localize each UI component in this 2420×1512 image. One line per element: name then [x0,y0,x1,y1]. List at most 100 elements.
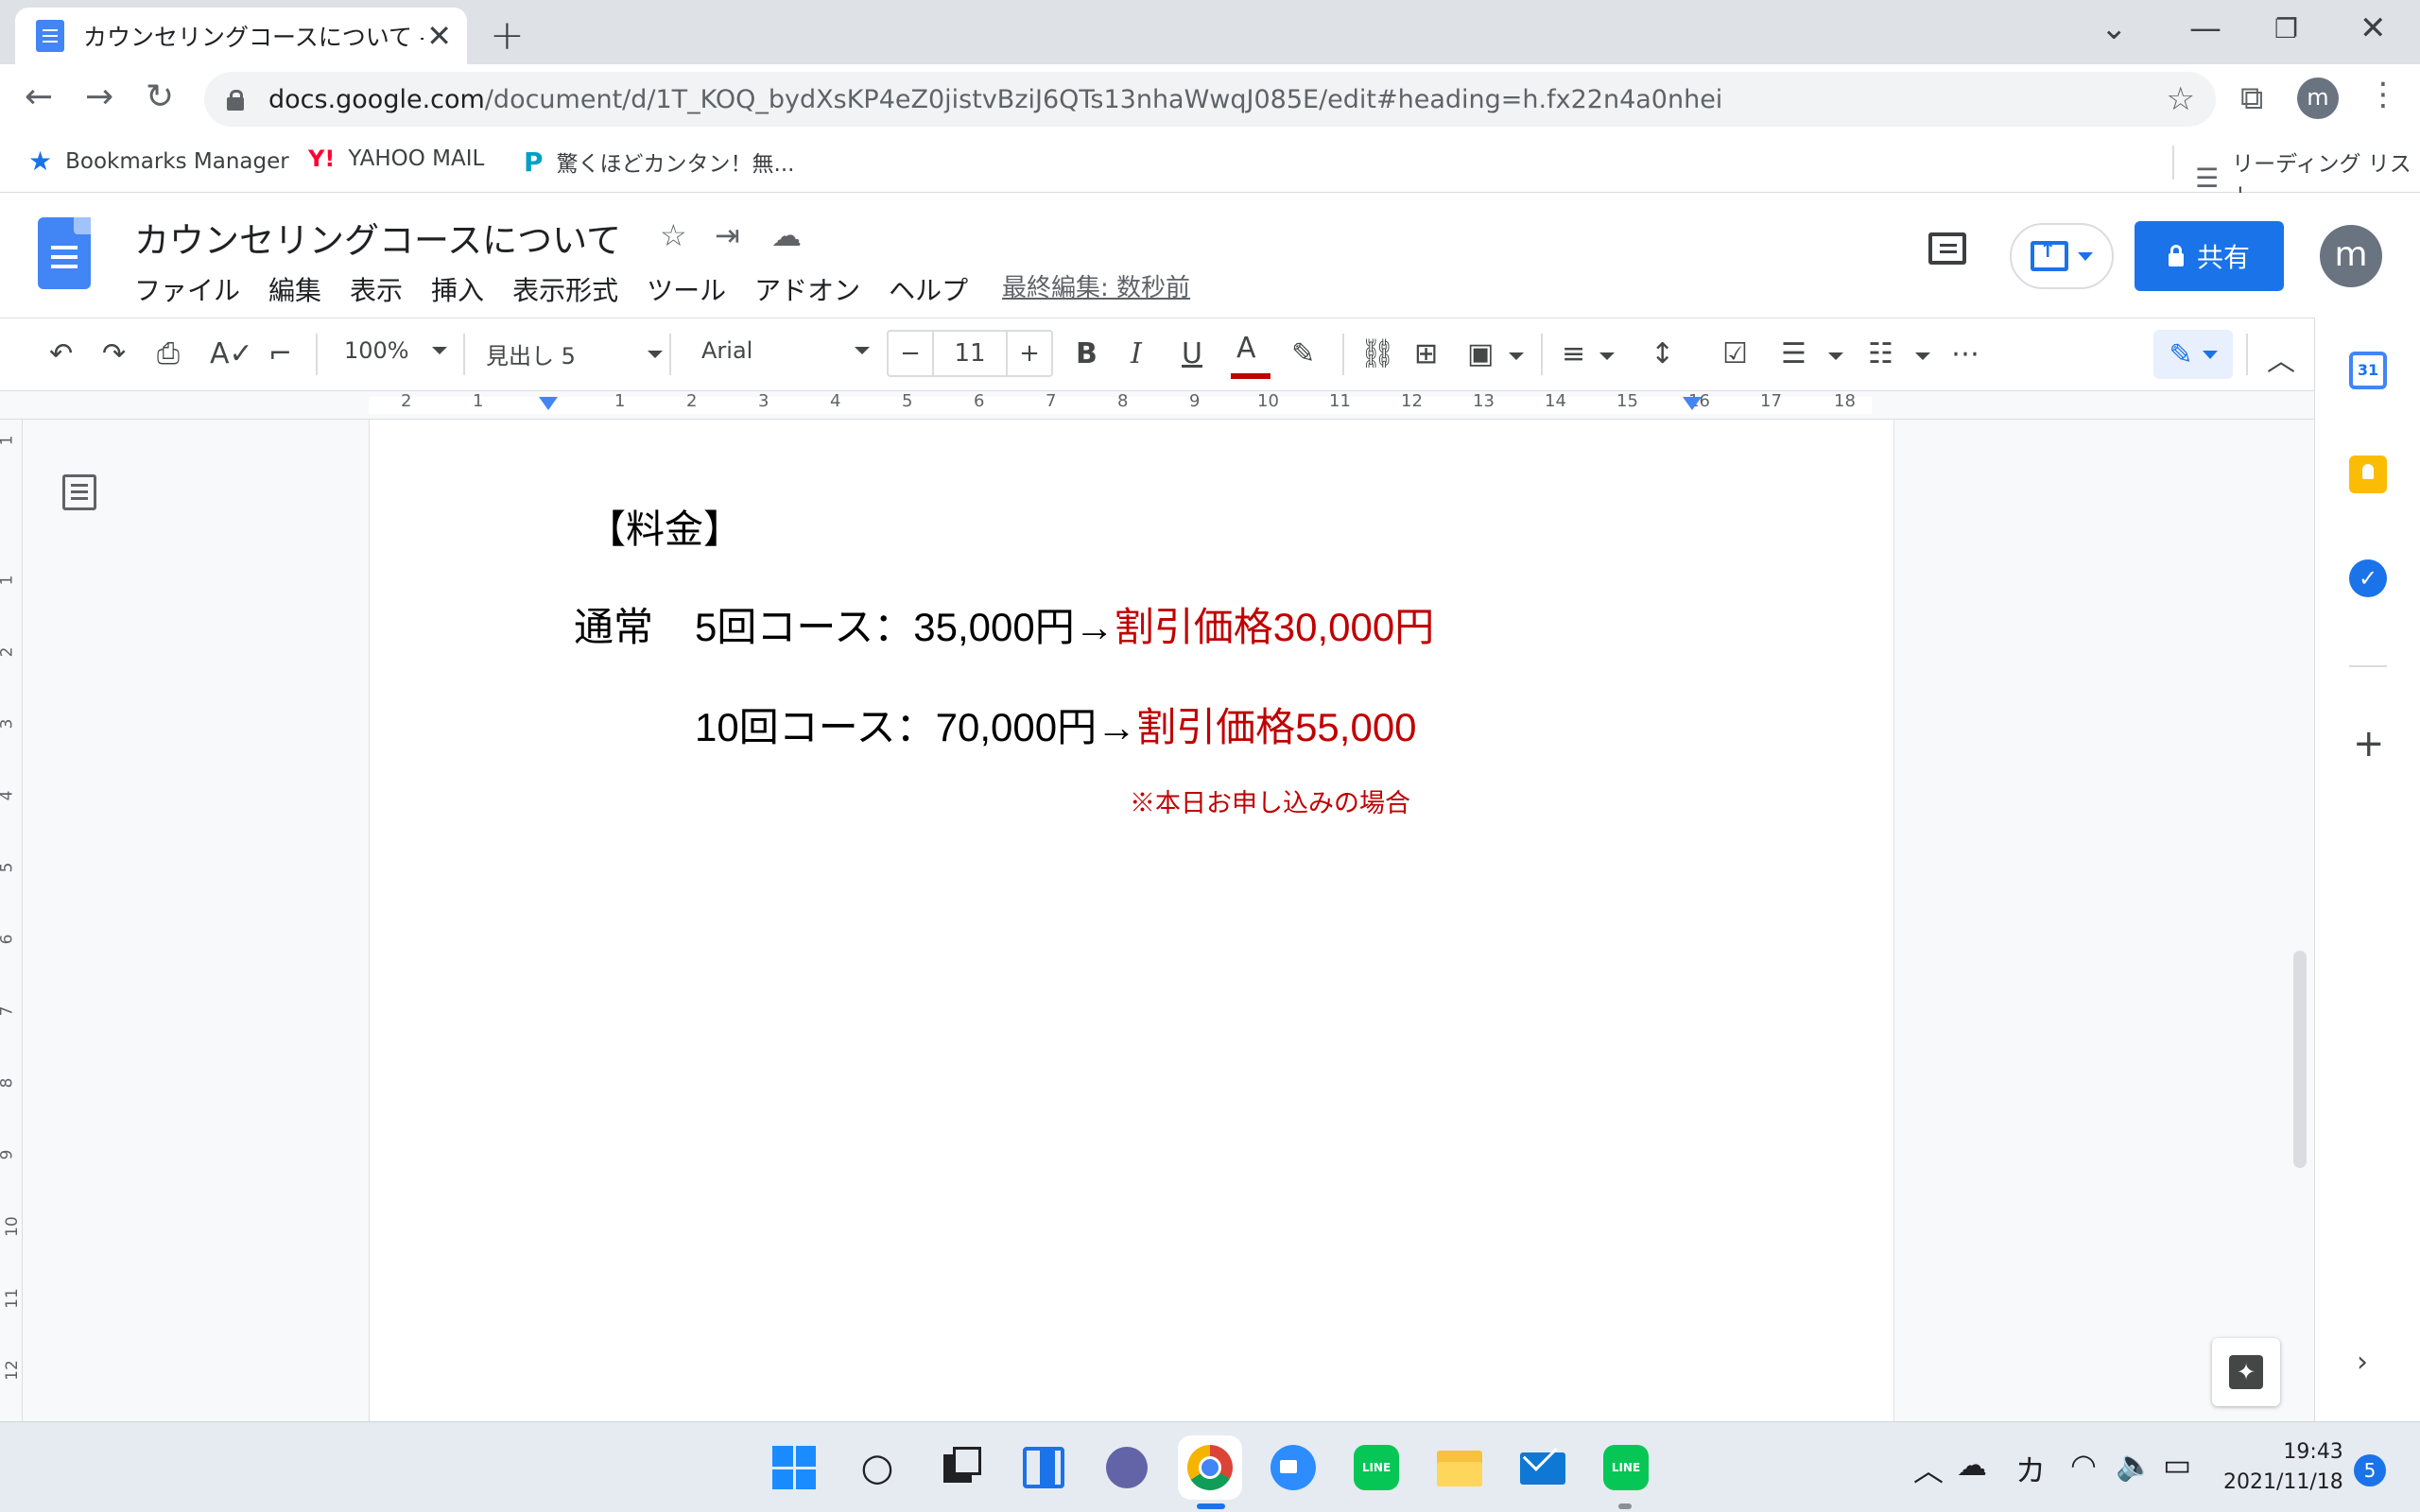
font-select[interactable]: Arial [701,337,871,364]
spellcheck-icon[interactable]: A✓ [210,337,253,370]
heading-price[interactable]: 【料金】 [587,497,742,554]
profile-avatar[interactable]: m [2297,77,2339,119]
chevron-down-icon[interactable] [1828,352,1843,360]
numbered-list-icon[interactable]: ☷ [1868,337,1893,370]
ime-indicator[interactable]: カ [2015,1447,2046,1490]
collapse-menus-icon[interactable]: ︿ [2267,337,2295,379]
onedrive-cloud-icon[interactable]: ☁ [1957,1447,1987,1483]
text-color-icon[interactable]: A [1236,332,1256,365]
new-tab-icon[interactable]: + [490,11,525,60]
discount-note[interactable]: ※本日お申し込みの場合 [1130,782,1410,819]
increase-font-size-button[interactable]: + [1008,332,1051,375]
bulleted-list-icon[interactable]: ☰ [1781,337,1806,370]
lock-icon[interactable] [227,90,244,111]
close-window-icon[interactable]: ✕ [2360,9,2387,47]
font-size-input[interactable]: 11 [932,332,1008,375]
menu-addons[interactable]: アドオン [754,270,860,308]
url-text[interactable]: docs.google.com/document/d/1T_KOQ_bydXsK… [268,85,1722,114]
task-view-icon[interactable] [934,1441,987,1494]
underline-icon[interactable]: U [1182,337,1202,370]
docs-logo-icon[interactable] [38,217,91,289]
back-icon[interactable]: ← [25,77,53,116]
more-options-icon[interactable]: ⋯ [1951,337,1979,370]
omnibox[interactable]: docs.google.com/document/d/1T_KOQ_bydXsK… [204,72,2216,127]
bookmark-manager[interactable]: ★ Bookmarks Manager [28,146,289,177]
print-icon[interactable]: ⎙ [157,337,180,370]
clock[interactable]: 19:43 2021/11/18 [2223,1437,2343,1498]
italic-icon[interactable]: I [1131,337,1142,370]
bookmark-third[interactable]: P 驚くほどカンタン！無... [524,146,794,178]
vertical-ruler[interactable]: 1123456789101112 [0,420,23,1421]
tasks-icon[interactable]: ✓ [2349,559,2387,597]
browser-menu-icon[interactable]: ⋮ [2367,76,2399,113]
paint-format-icon[interactable]: ⌐ [268,337,292,370]
align-icon[interactable]: ≡ [1562,337,1585,370]
reload-icon[interactable]: ↻ [146,77,174,116]
explore-button[interactable]: ✦ [2212,1338,2280,1406]
checklist-icon[interactable]: ☑ [1722,337,1748,370]
menu-format[interactable]: 表示形式 [512,270,618,308]
zoom-select[interactable]: 100% [344,337,447,364]
left-indent-marker[interactable] [539,397,558,410]
browser-tab[interactable]: カウンセリングコースについて - Google ✕ [15,8,467,64]
bookmark-star-icon[interactable]: ☆ [2167,80,2195,118]
volume-icon[interactable]: 🔈 [2116,1447,2153,1483]
line-icon[interactable]: LINE [1350,1441,1403,1494]
last-edit-link[interactable]: 最終編集: 数秒前 [1002,268,1190,303]
tab-search-chevron-icon[interactable]: ⌄ [2100,9,2128,47]
minimize-icon[interactable]: — [2189,9,2221,47]
style-select[interactable]: 見出し 5 [486,337,663,370]
insert-image-icon[interactable]: ▣ [1467,337,1494,370]
document-page[interactable]: 【料金】 通常 5回コース：35,000円→割引価格30,000円 10回コース：… [369,420,1894,1421]
add-comment-icon[interactable]: ⊞ [1414,337,1438,370]
right-indent-marker[interactable] [1683,397,1702,410]
present-button[interactable] [2010,223,2114,289]
search-icon[interactable]: ○ [851,1441,904,1494]
keep-icon[interactable] [2349,455,2387,493]
file-explorer-icon[interactable] [1433,1441,1486,1494]
extensions-icon[interactable]: ⧉ [2240,79,2263,117]
decrease-font-size-button[interactable]: − [889,332,932,375]
forward-icon[interactable]: → [85,77,113,116]
chevron-down-icon[interactable] [1509,352,1524,360]
price-line-2[interactable]: 10回コース：70,000円→割引価格55,000 [695,696,1417,753]
menu-file[interactable]: ファイル [134,270,240,308]
zoom-icon[interactable] [1267,1441,1320,1494]
menu-tools[interactable]: ツール [647,270,726,308]
start-icon[interactable] [768,1441,821,1494]
document-outline-icon[interactable] [62,474,96,510]
price-line-1[interactable]: 通常 5回コース：35,000円→割引価格30,000円 [574,595,1434,653]
menu-help[interactable]: ヘルプ [889,270,968,308]
move-folder-icon[interactable]: ⇥ [715,217,740,253]
bookmark-yahoo-mail[interactable]: Y! YAHOO MAIL [308,146,484,172]
chrome-icon[interactable] [1184,1441,1236,1494]
user-avatar[interactable]: m [2320,225,2382,287]
link-icon[interactable]: ⛓ [1359,337,1395,370]
wifi-icon[interactable]: ◠ [2070,1447,2097,1483]
chevron-down-icon[interactable] [1915,352,1930,360]
star-icon[interactable]: ☆ [660,217,687,253]
share-button[interactable]: 共有 [2135,221,2284,291]
menu-view[interactable]: 表示 [350,270,403,308]
chevron-up-icon[interactable]: ︿ [1913,1447,1944,1490]
notification-badge[interactable]: 5 [2354,1454,2386,1486]
highlight-icon[interactable]: ✎ [1291,337,1315,370]
comment-history-icon[interactable] [1928,232,1966,265]
document-title[interactable]: カウンセリングコースについて [134,212,621,263]
menu-insert[interactable]: 挿入 [431,270,484,308]
line-icon-2[interactable]: LINE [1599,1441,1652,1494]
add-on-plus-icon[interactable]: + [2353,722,2385,765]
editing-mode-button[interactable]: ✎ [2153,330,2233,379]
close-tab-icon[interactable]: ✕ [426,18,452,54]
teams-chat-icon[interactable] [1100,1441,1153,1494]
mail-icon[interactable] [1516,1436,1569,1494]
redo-icon[interactable]: ↷ [102,337,126,370]
menu-edit[interactable]: 編集 [268,270,321,308]
calendar-icon[interactable]: 31 [2349,352,2387,389]
scrollbar-thumb[interactable] [2293,951,2307,1168]
bold-icon[interactable]: B [1076,337,1098,370]
chevron-down-icon[interactable] [1599,352,1615,360]
line-spacing-icon[interactable]: ↕ [1651,337,1674,370]
battery-icon[interactable]: ▭ [2163,1447,2191,1483]
chevron-right-icon[interactable]: › [2357,1346,2368,1379]
